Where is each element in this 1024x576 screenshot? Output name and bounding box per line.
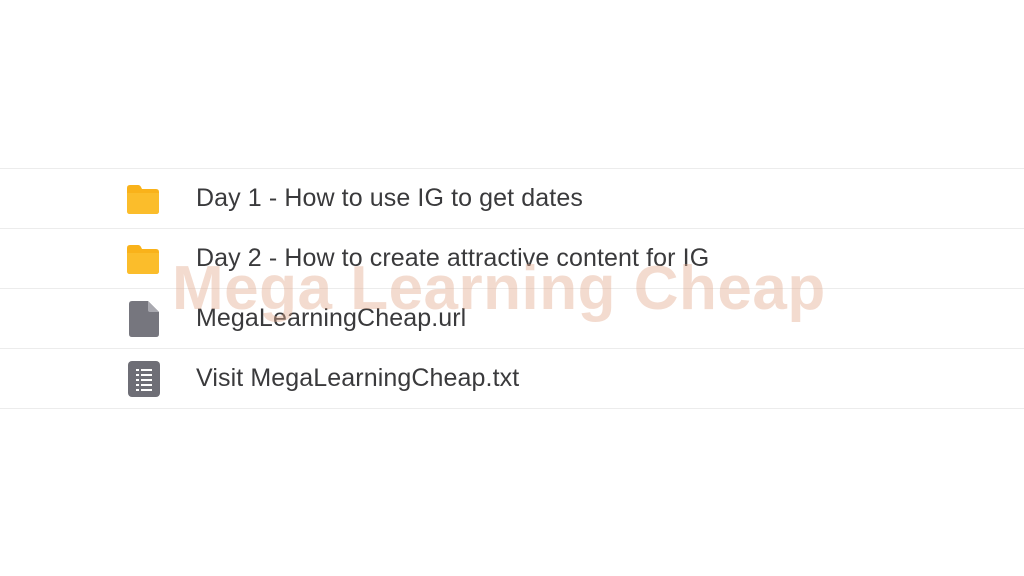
file-name: Visit MegaLearningCheap.txt xyxy=(196,364,520,392)
file-row-url[interactable]: MegaLearningCheap.url xyxy=(0,289,1024,349)
file-row-day-1[interactable]: Day 1 - How to use IG to get dates xyxy=(0,169,1024,229)
file-row-day-2[interactable]: Day 2 - How to create attractive content… xyxy=(0,229,1024,289)
file-list: Day 1 - How to use IG to get dates Day 2… xyxy=(0,168,1024,409)
file-row-txt[interactable]: Visit MegaLearningCheap.txt xyxy=(0,349,1024,409)
file-name: MegaLearningCheap.url xyxy=(196,304,467,332)
folder-icon xyxy=(125,241,161,277)
text-file-icon xyxy=(125,360,161,397)
file-name: Day 1 - How to use IG to get dates xyxy=(196,184,583,212)
folder-icon xyxy=(125,181,161,217)
document-icon xyxy=(125,300,161,337)
file-name: Day 2 - How to create attractive content… xyxy=(196,244,710,272)
